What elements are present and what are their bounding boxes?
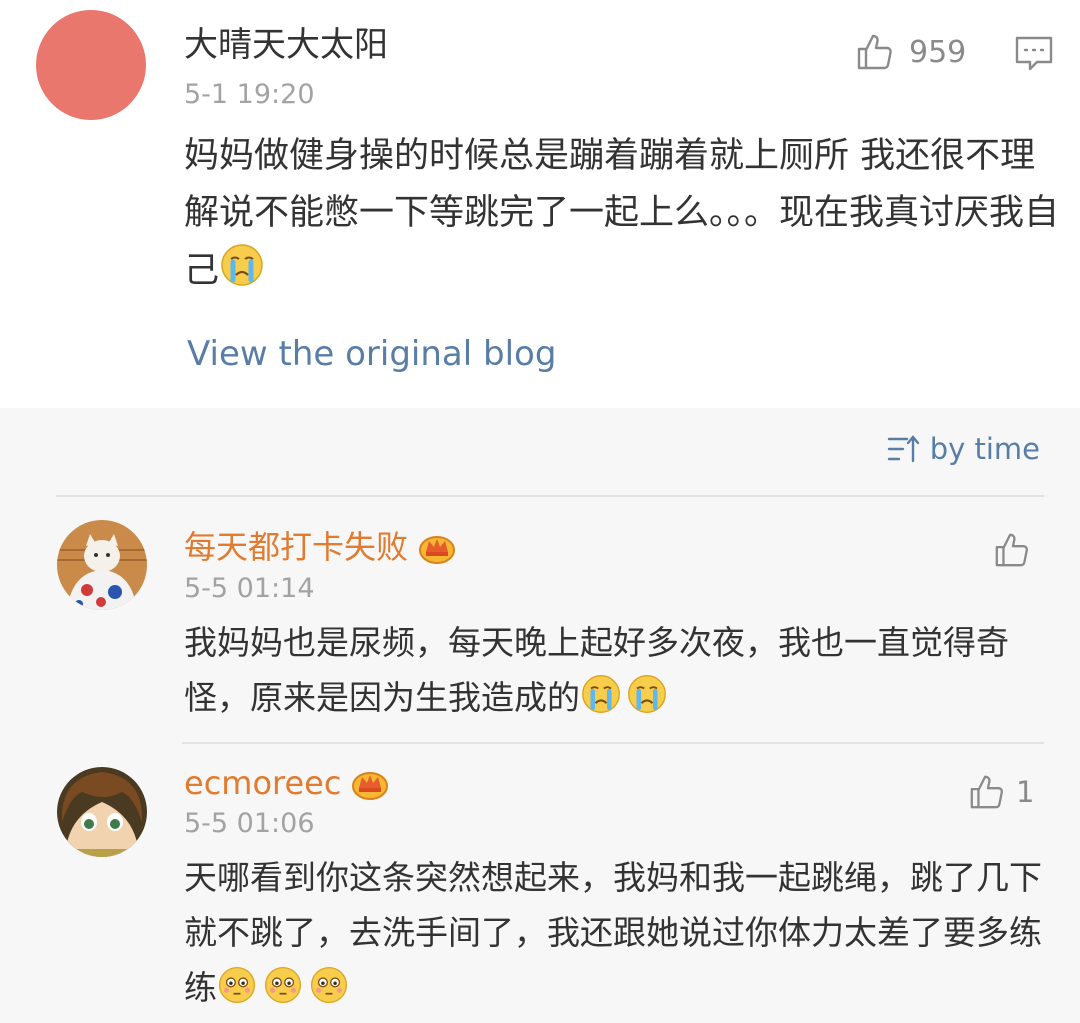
comment-timestamp: 5-5 01:06: [184, 808, 315, 839]
avatar[interactable]: [36, 10, 146, 120]
avatar[interactable]: [57, 767, 147, 857]
comment-username[interactable]: ecmoreec: [184, 761, 389, 805]
post-text-content: 妈妈做健身操的时候总是蹦着蹦着就上厕所 我还很不理解说不能憋一下等跳完了一起上么…: [184, 136, 1060, 291]
comment-timestamp: 5-5 01:14: [184, 573, 315, 604]
comment-text: 我妈妈也是尿频，每天晚上起好多次夜，我也一直觉得奇怪，原来是因为生我造成的: [184, 615, 1044, 725]
flushed-icon: [264, 966, 302, 1004]
post-username[interactable]: 大晴天大太阳: [184, 22, 388, 68]
avatar[interactable]: [57, 520, 147, 610]
divider: [182, 742, 1044, 744]
view-original-link[interactable]: View the original blog: [187, 330, 556, 378]
anime-avatar-icon: [57, 767, 147, 857]
vip-crown-icon: [419, 536, 456, 564]
post-text: 妈妈做健身操的时候总是蹦着蹦着就上厕所 我还很不理解说不能憋一下等跳完了一起上么…: [184, 128, 1064, 300]
comment-username-text: ecmoreec: [184, 764, 342, 802]
comment-username[interactable]: 每天都打卡失败: [184, 525, 456, 569]
flushed-icon: [310, 966, 348, 1004]
sort-icon: [887, 435, 919, 463]
main-post: 大晴天大太阳 5-1 19:20 959 妈妈做健身操的时候总是蹦着蹦着就上厕所…: [0, 0, 1080, 408]
like-button[interactable]: 959: [855, 32, 966, 72]
comment-text: 天哪看到你这条突然想起来，我妈和我一起跳绳，跳了几下就不跳了，去洗手间了，我还跟…: [184, 850, 1044, 1015]
like-count: 1: [1016, 775, 1035, 809]
comment-username-text: 每天都打卡失败: [184, 528, 409, 566]
sort-button[interactable]: by time: [886, 432, 1040, 466]
sort-label: by time: [929, 432, 1040, 466]
comment-icon[interactable]: [1014, 33, 1054, 73]
cry-icon: [628, 675, 666, 713]
thumbs-up-icon: [857, 34, 892, 70]
cat-avatar-icon: [57, 520, 147, 610]
like-button[interactable]: [993, 531, 1041, 569]
cry-icon: [582, 675, 620, 713]
divider: [56, 495, 1044, 497]
flushed-icon: [218, 966, 256, 1004]
thumbs-up-icon: [970, 775, 1003, 809]
post-timestamp: 5-1 19:20: [184, 79, 315, 110]
thumbs-up-icon: [995, 533, 1028, 567]
cry-icon: [221, 244, 263, 286]
vip-crown-icon: [352, 772, 389, 800]
like-button[interactable]: 1: [968, 773, 1034, 811]
like-count: 959: [909, 34, 967, 70]
